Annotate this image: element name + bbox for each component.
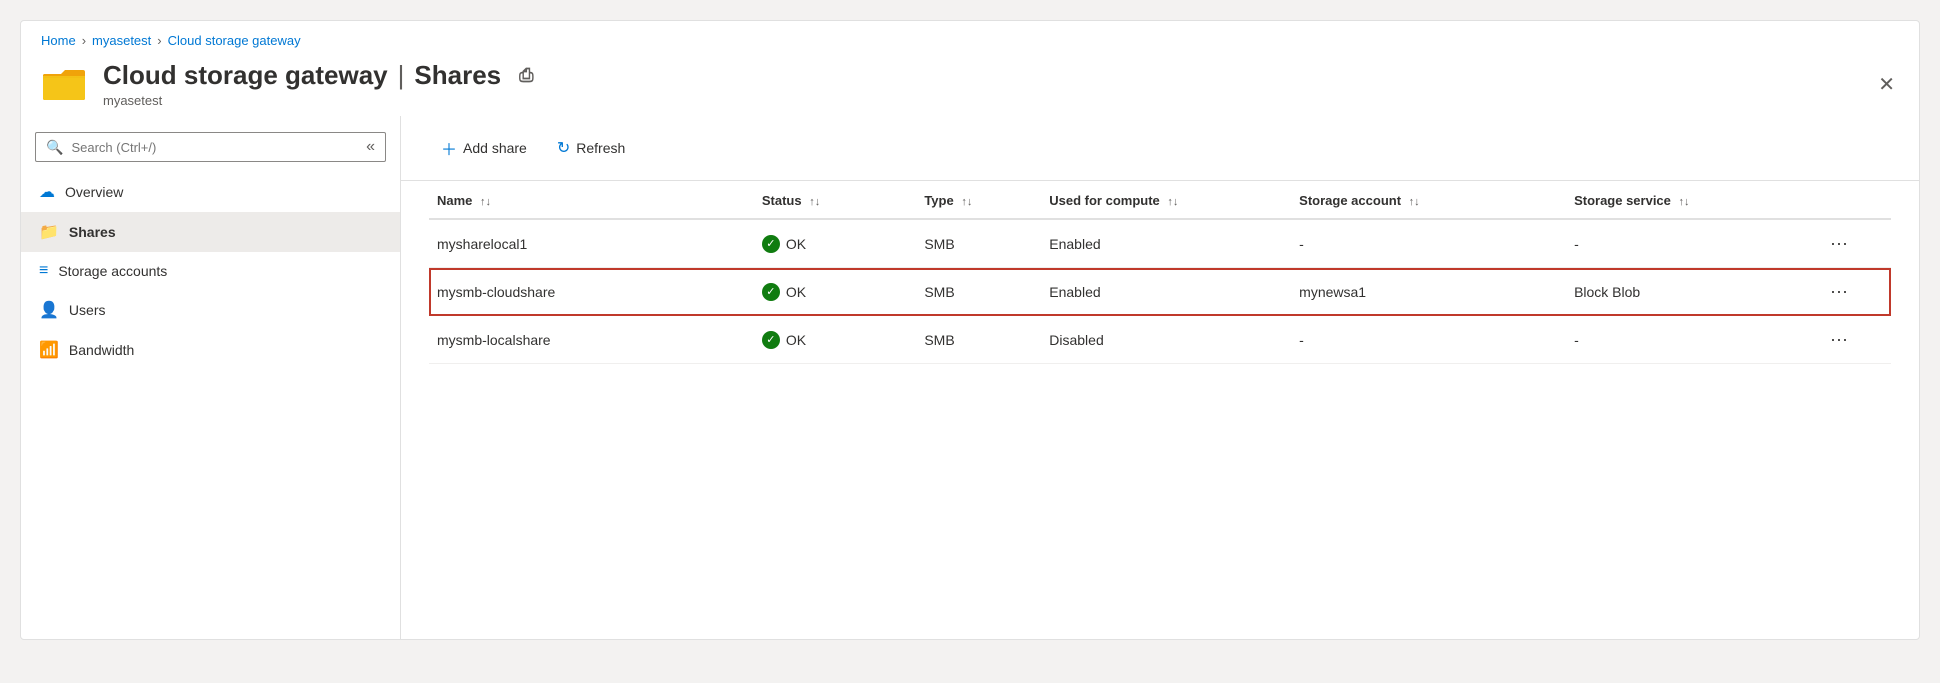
add-share-button[interactable]: ＋ Add share bbox=[429, 130, 539, 166]
refresh-icon: ↻ bbox=[557, 138, 570, 158]
cell-compute: Enabled bbox=[1041, 268, 1291, 316]
bandwidth-icon: 📶 bbox=[39, 340, 59, 360]
sidebar-item-storage-accounts[interactable]: ≡ Storage accounts bbox=[21, 252, 400, 290]
search-input[interactable] bbox=[71, 140, 271, 155]
sort-icon: ↑↓ bbox=[809, 196, 820, 208]
storage-icon: ≡ bbox=[39, 262, 48, 280]
sidebar-item-users[interactable]: 👤 Users bbox=[21, 290, 400, 330]
col-header-account[interactable]: Storage account ↑↓ bbox=[1291, 181, 1566, 219]
search-bar[interactable]: 🔍 « bbox=[35, 132, 386, 162]
cloud-icon: ☁ bbox=[39, 182, 55, 202]
print-icon[interactable]: ⎙ bbox=[519, 65, 533, 86]
breadcrumb-home[interactable]: Home bbox=[41, 33, 76, 48]
table-row[interactable]: mysmb-localshare ✓ OK SMB Disabled - - ·… bbox=[429, 316, 1891, 364]
status-ok-icon: ✓ bbox=[762, 331, 780, 349]
sidebar-item-label: Users bbox=[69, 302, 106, 318]
sort-icon: ↑↓ bbox=[1409, 196, 1420, 208]
status-ok-icon: ✓ bbox=[762, 235, 780, 253]
sidebar-item-shares[interactable]: 📁 Shares bbox=[21, 212, 400, 252]
cell-name: mysmb-cloudshare bbox=[429, 268, 754, 316]
page-title: Cloud storage gateway bbox=[103, 60, 388, 91]
cell-actions[interactable]: ··· bbox=[1816, 316, 1891, 364]
col-header-actions bbox=[1816, 181, 1891, 219]
close-icon[interactable]: ✕ bbox=[1878, 74, 1895, 96]
user-icon: 👤 bbox=[39, 300, 59, 320]
sort-icon: ↑↓ bbox=[1167, 196, 1178, 208]
add-share-label: Add share bbox=[463, 140, 527, 156]
cell-account: - bbox=[1291, 219, 1566, 268]
status-text: OK bbox=[786, 236, 806, 252]
page-header: Cloud storage gateway | Shares ⎙ myasete… bbox=[21, 52, 1919, 116]
col-header-compute[interactable]: Used for compute ↑↓ bbox=[1041, 181, 1291, 219]
more-options-button[interactable]: ··· bbox=[1824, 231, 1854, 256]
add-icon: ＋ bbox=[441, 136, 457, 160]
cell-compute: Disabled bbox=[1041, 316, 1291, 364]
more-options-button[interactable]: ··· bbox=[1824, 327, 1854, 352]
cell-status: ✓ OK bbox=[754, 316, 916, 364]
cell-account: - bbox=[1291, 316, 1566, 364]
breadcrumb-device[interactable]: myasetest bbox=[92, 33, 151, 48]
col-header-status[interactable]: Status ↑↓ bbox=[754, 181, 916, 219]
collapse-button[interactable]: « bbox=[366, 138, 375, 156]
cell-service: - bbox=[1566, 219, 1816, 268]
folder-icon: 📁 bbox=[39, 222, 59, 242]
sort-icon: ↑↓ bbox=[961, 196, 972, 208]
col-header-service[interactable]: Storage service ↑↓ bbox=[1566, 181, 1816, 219]
more-options-button[interactable]: ··· bbox=[1824, 279, 1854, 304]
refresh-label: Refresh bbox=[576, 140, 625, 156]
cell-account: mynewsa1 bbox=[1291, 268, 1566, 316]
sidebar-item-label: Bandwidth bbox=[69, 342, 134, 358]
shares-table-area: Name ↑↓ Status ↑↓ Type ↑↓ bbox=[401, 181, 1919, 364]
sort-icon: ↑↓ bbox=[1679, 196, 1690, 208]
search-icon: 🔍 bbox=[46, 139, 63, 156]
cell-type: SMB bbox=[916, 268, 1041, 316]
page-section: Shares bbox=[414, 60, 501, 91]
cell-status: ✓ OK bbox=[754, 219, 916, 268]
table-row[interactable]: mysmb-cloudshare ✓ OK SMB Enabled mynews… bbox=[429, 268, 1891, 316]
resource-icon bbox=[41, 64, 89, 104]
cell-type: SMB bbox=[916, 316, 1041, 364]
breadcrumb-current: Cloud storage gateway bbox=[168, 33, 301, 48]
toolbar: ＋ Add share ↻ Refresh bbox=[401, 116, 1919, 181]
shares-table: Name ↑↓ Status ↑↓ Type ↑↓ bbox=[429, 181, 1891, 364]
cell-service: - bbox=[1566, 316, 1816, 364]
cell-compute: Enabled bbox=[1041, 219, 1291, 268]
col-header-name[interactable]: Name ↑↓ bbox=[429, 181, 754, 219]
refresh-button[interactable]: ↻ Refresh bbox=[545, 132, 637, 164]
cell-service: Block Blob bbox=[1566, 268, 1816, 316]
col-header-type[interactable]: Type ↑↓ bbox=[916, 181, 1041, 219]
sidebar-item-label: Shares bbox=[69, 224, 116, 240]
cell-type: SMB bbox=[916, 219, 1041, 268]
cell-actions[interactable]: ··· bbox=[1816, 268, 1891, 316]
table-header-row: Name ↑↓ Status ↑↓ Type ↑↓ bbox=[429, 181, 1891, 219]
sort-icon: ↑↓ bbox=[480, 196, 491, 208]
status-ok-icon: ✓ bbox=[762, 283, 780, 301]
cell-actions[interactable]: ··· bbox=[1816, 219, 1891, 268]
sidebar: 🔍 « ☁ Overview 📁 Shares ≡ Storage accoun… bbox=[21, 116, 401, 639]
content-area: ＋ Add share ↻ Refresh Name ↑↓ bbox=[401, 116, 1919, 639]
sidebar-item-label: Storage accounts bbox=[58, 263, 167, 279]
table-row[interactable]: mysharelocal1 ✓ OK SMB Enabled - - ··· bbox=[429, 219, 1891, 268]
sidebar-item-overview[interactable]: ☁ Overview bbox=[21, 172, 400, 212]
cell-name: mysmb-localshare bbox=[429, 316, 754, 364]
status-text: OK bbox=[786, 332, 806, 348]
resource-subtitle: myasetest bbox=[103, 93, 534, 108]
breadcrumb: Home › myasetest › Cloud storage gateway bbox=[21, 21, 1919, 52]
status-text: OK bbox=[786, 284, 806, 300]
cell-name: mysharelocal1 bbox=[429, 219, 754, 268]
sidebar-item-bandwidth[interactable]: 📶 Bandwidth bbox=[21, 330, 400, 370]
sidebar-item-label: Overview bbox=[65, 184, 123, 200]
cell-status: ✓ OK bbox=[754, 268, 916, 316]
